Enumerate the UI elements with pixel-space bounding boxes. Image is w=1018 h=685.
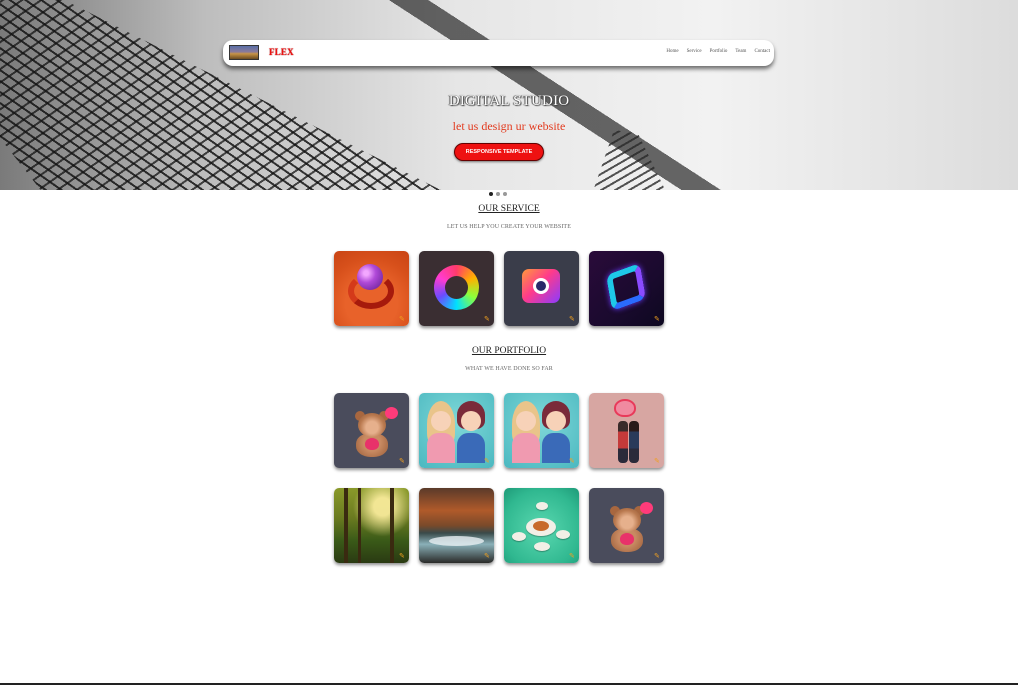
boy-figure (540, 401, 572, 463)
logo-image[interactable] (229, 45, 259, 60)
portfolio-card-teddy-bear[interactable]: ✎ (334, 393, 409, 468)
pencil-icon[interactable]: ✎ (484, 458, 491, 465)
pencil-icon[interactable]: ✎ (399, 553, 406, 560)
play-logo-shape (522, 269, 560, 303)
service-card-orange-sphere[interactable]: ✎ (334, 251, 409, 326)
portfolio-grid-row-2: ✎ ✎ ✎ ✎ (334, 488, 664, 563)
sphere-shape (357, 264, 383, 290)
service-grid: ✎ ✎ ✎ ✎ (334, 251, 664, 326)
service-subtitle: LET US HELP YOU CREATE YOUR WEBSITE (447, 224, 571, 230)
pencil-icon[interactable]: ✎ (654, 458, 661, 465)
service-card-neon-hexagon[interactable]: ✎ (589, 251, 664, 326)
river-water (429, 536, 484, 546)
service-title: OUR SERVICE (478, 204, 540, 214)
girl-figure (425, 401, 457, 463)
service-card-rainbow-ring[interactable]: ✎ (419, 251, 494, 326)
responsive-template-button[interactable]: RESPONSIVE TEMPLATE (454, 143, 544, 161)
portfolio-card-cartoon-kids[interactable]: ✎ (419, 393, 494, 468)
portfolio-card-food-platter[interactable]: ✎ (504, 488, 579, 563)
nav-link-team[interactable]: Team (735, 49, 746, 54)
rainbow-ring-shape (434, 265, 479, 310)
carousel-dot-3[interactable] (503, 192, 507, 196)
nav-link-portfolio[interactable]: Portfolio (710, 49, 728, 54)
navbar: FLEX Home Service Portfolio Team Contact (223, 40, 774, 66)
hero-subtitle: let us design ur website (452, 119, 566, 133)
pencil-icon[interactable]: ✎ (399, 458, 406, 465)
service-card-gradient-play[interactable]: ✎ (504, 251, 579, 326)
couple-person-a (618, 421, 628, 463)
portfolio-card-teddy-bear-2[interactable]: ✎ (589, 488, 664, 563)
nav-link-service[interactable]: Service (687, 49, 702, 54)
neon-hexagon-shape (605, 262, 647, 312)
pencil-icon[interactable]: ✎ (654, 316, 661, 323)
pencil-icon[interactable]: ✎ (569, 458, 576, 465)
carousel-indicators (489, 192, 507, 196)
brand-name[interactable]: FLEX (269, 47, 294, 57)
carousel-dot-2[interactable] (496, 192, 500, 196)
pencil-icon[interactable]: ✎ (484, 553, 491, 560)
portfolio-title: OUR PORTFOLIO (471, 346, 547, 356)
portfolio-card-kissing-couple[interactable]: ✎ (589, 393, 664, 468)
portfolio-card-forest-river[interactable]: ✎ (419, 488, 494, 563)
carousel-dot-1[interactable] (489, 192, 493, 196)
teddy-bear-image (352, 407, 398, 457)
pencil-icon[interactable]: ✎ (399, 316, 406, 323)
couple-person-b (629, 421, 639, 463)
portfolio-card-cartoon-kids-2[interactable]: ✎ (504, 393, 579, 468)
pencil-icon[interactable]: ✎ (654, 553, 661, 560)
nav-links: Home Service Portfolio Team Contact (666, 49, 770, 54)
portfolio-card-sunlit-forest[interactable]: ✎ (334, 488, 409, 563)
portfolio-subtitle: WHAT WE HAVE DONE SO FAR (465, 366, 553, 372)
heart-balloon-image (614, 399, 636, 417)
nav-link-home[interactable]: Home (666, 49, 678, 54)
pencil-icon[interactable]: ✎ (569, 316, 576, 323)
teddy-bear-image (607, 502, 653, 552)
portfolio-grid-row-1: ✎ ✎ ✎ ✎ (334, 393, 664, 468)
pencil-icon[interactable]: ✎ (484, 316, 491, 323)
nav-link-contact[interactable]: Contact (754, 49, 770, 54)
girl-figure (510, 401, 542, 463)
pencil-icon[interactable]: ✎ (569, 553, 576, 560)
hero-title: DIGITAL STUDIO (448, 93, 570, 109)
boy-figure (455, 401, 487, 463)
